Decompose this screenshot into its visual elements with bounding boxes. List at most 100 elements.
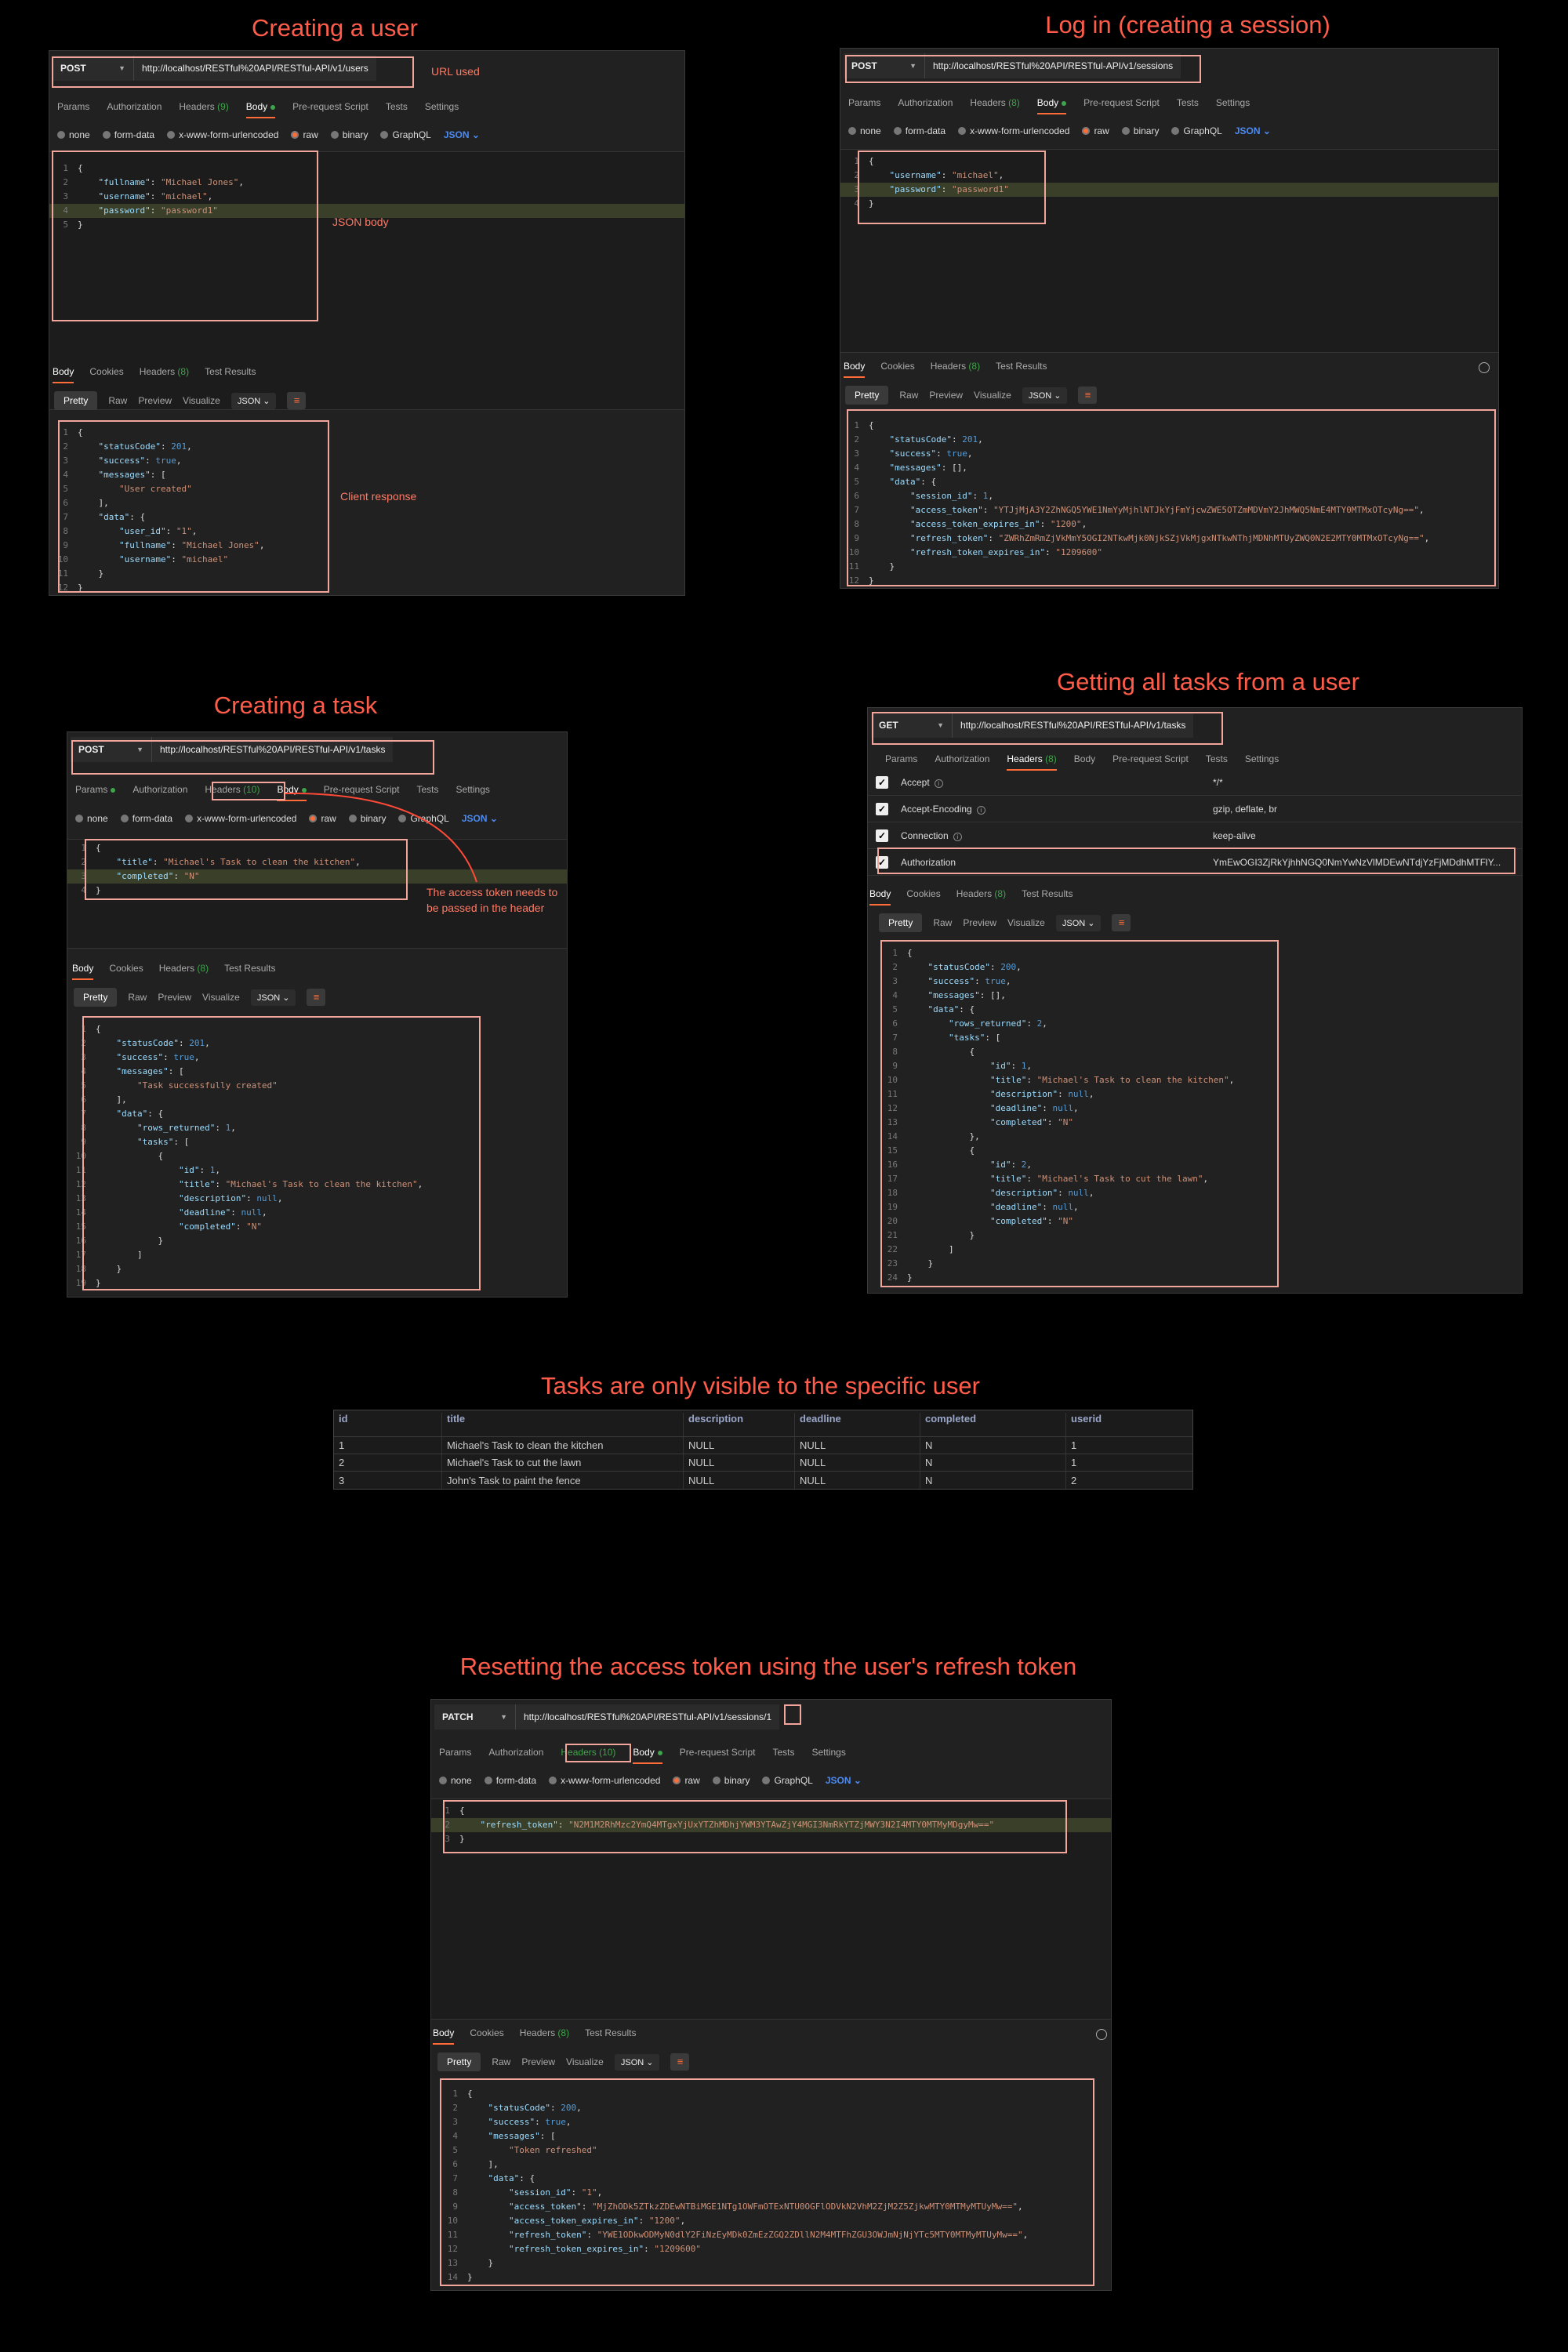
view-pretty[interactable]: Pretty [879,913,923,932]
tab-authorization[interactable]: Authorization [488,1747,543,1764]
line-number: 3 [892,976,898,986]
response-format-select[interactable]: JSON ⌄ [614,2053,660,2071]
tab-authorization[interactable]: Authorization [935,753,989,771]
code-line: 1{ [431,1804,1111,1818]
tab-headers[interactable]: Headers (8) [1007,753,1057,771]
checkbox-icon[interactable]: ✓ [876,855,888,869]
line-number: 7 [892,1033,898,1043]
tab-params[interactable]: Params [885,753,917,771]
db-row[interactable]: 3 John's Task to paint the fence NULL NU… [334,1472,1192,1489]
view-preview[interactable]: Preview [963,917,996,928]
code-token: , [1026,1160,1032,1170]
code-token: "Token refreshed" [508,2145,597,2155]
code-token: : [989,962,1001,972]
resp-tab-body[interactable]: Body [433,2027,455,2045]
url-input[interactable]: http://localhost/RESTful%20API/RESTful-A… [953,720,1193,731]
header-row[interactable]: ✓ Connection i keep-alive [868,822,1522,849]
resp-tab-test-results[interactable]: Test Results [585,2027,636,2045]
format-select[interactable]: JSON ⌄ [826,1775,862,1786]
view-raw[interactable]: Raw [933,917,952,928]
code-token: "data" [488,2173,520,2183]
info-icon: i [976,805,985,815]
code-token: ], [467,2159,499,2169]
resp-tab-test-results[interactable]: Test Results [1022,888,1073,906]
resp-tab-headers[interactable]: Headers (8) [956,888,1006,906]
radio-raw[interactable]: raw [673,1775,699,1786]
tab-body[interactable]: Body [633,1747,662,1764]
db-cell: 2 [1071,1474,1077,1486]
tab-headers[interactable]: Headers (10) [561,1747,615,1764]
url-input[interactable]: http://localhost/RESTful%20API/RESTful-A… [516,1711,779,1722]
wrap-lines-icon[interactable]: ≡ [1112,914,1131,931]
url-bar[interactable]: GET ▼ http://localhost/RESTful%20API/REST… [871,713,1194,738]
info-icon: i [953,832,962,841]
tab-prerequest[interactable]: Pre-request Script [680,1747,756,1764]
line-number: 1 [892,948,898,958]
code-token: , [1073,1103,1079,1113]
tab-settings[interactable]: Settings [812,1747,846,1764]
tab-tests[interactable]: Tests [1206,753,1228,771]
view-preview[interactable]: Preview [521,2056,555,2067]
view-raw[interactable]: Raw [492,2056,510,2067]
checkbox-icon[interactable]: ✓ [876,802,888,815]
code-token: : [ [985,1033,1001,1043]
code-line: 2 "statusCode": 200, [439,2101,1105,2115]
radio-form-data[interactable]: form-data [485,1775,536,1786]
code-token: true [985,976,1006,986]
checkbox-icon[interactable]: ✓ [876,775,888,789]
header-value: keep-alive [1213,829,1256,841]
db-col-deadline[interactable]: deadline [795,1413,920,1436]
tab-settings[interactable]: Settings [1245,753,1279,771]
db-col-completed[interactable]: completed [920,1413,1066,1436]
radio-binary[interactable]: binary [713,1775,750,1786]
header-row[interactable]: ✓ Authorization YmEwOGI3ZjRkYjhhNGQ0NmYwNz… [868,849,1522,876]
line-number: 11 [447,2230,458,2240]
code-token: , [576,2103,582,2113]
tab-body[interactable]: Body [1074,753,1095,771]
headers-count: (8) [994,888,1007,899]
db-cell: N [920,1437,1066,1454]
wrap-lines-icon[interactable]: ≡ [670,2053,690,2071]
db-col-description[interactable]: description [684,1413,795,1436]
annotation-arrow [285,792,477,883]
db-col-id[interactable]: id [334,1413,442,1436]
header-row[interactable]: ✓ Accept-Encoding i gzip, deflate, br [868,796,1522,822]
view-visualize[interactable]: Visualize [1007,917,1045,928]
header-key: Connection i [901,830,962,841]
header-value: gzip, deflate, br [1213,803,1278,815]
resp-tab-headers[interactable]: Headers (8) [520,2027,569,2045]
db-col-userid[interactable]: userid [1066,1413,1192,1436]
request-editor[interactable]: 1{2 "refresh_token": "N2M1M2RhMzc2YmQ4MT… [431,1798,1111,2020]
resp-tab-body[interactable]: Body [869,888,891,906]
db-row[interactable]: 2 Michael's Task to cut the lawn NULL NU… [334,1454,1192,1472]
code-token: null [1052,1103,1073,1113]
code-token: "messages" [488,2131,540,2141]
radio-graphql[interactable]: GraphQL [762,1775,812,1786]
header-row[interactable]: ✓ Accept i */* [868,769,1522,796]
tab-tests[interactable]: Tests [772,1747,794,1764]
radio-none[interactable]: none [439,1775,472,1786]
resp-tab-cookies[interactable]: Cookies [470,2027,503,2045]
line-number: 18 [887,1188,898,1198]
url-bar[interactable]: PATCH ▼ http://localhost/RESTful%20API/RE… [434,1704,780,1730]
tab-params[interactable]: Params [439,1747,471,1764]
code-token: , [1088,1089,1094,1099]
code-token: "access_token_expires_in" [508,2216,639,2226]
method-select[interactable]: PATCH ▼ [434,1704,516,1730]
db-col-title[interactable]: title [442,1413,684,1436]
code-token: "statusCode" [927,962,990,972]
response-format-select[interactable]: JSON ⌄ [1055,914,1102,931]
radio-urlencoded[interactable]: x-www-form-urlencoded [549,1775,660,1786]
view-visualize[interactable]: Visualize [566,2056,604,2067]
method-select[interactable]: GET ▼ [871,713,953,738]
checkbox-icon[interactable]: ✓ [876,829,888,842]
code-line: 11 "description": null, [879,1087,1514,1102]
resp-tab-cookies[interactable]: Cookies [906,888,940,906]
tab-prerequest[interactable]: Pre-request Script [1112,753,1189,771]
db-row[interactable]: 1 Michael's Task to clean the kitchen NU… [334,1437,1192,1454]
view-pretty[interactable]: Pretty [437,2053,481,2071]
globe-icon[interactable] [1096,2029,1107,2040]
code-token: : { [519,2173,535,2183]
